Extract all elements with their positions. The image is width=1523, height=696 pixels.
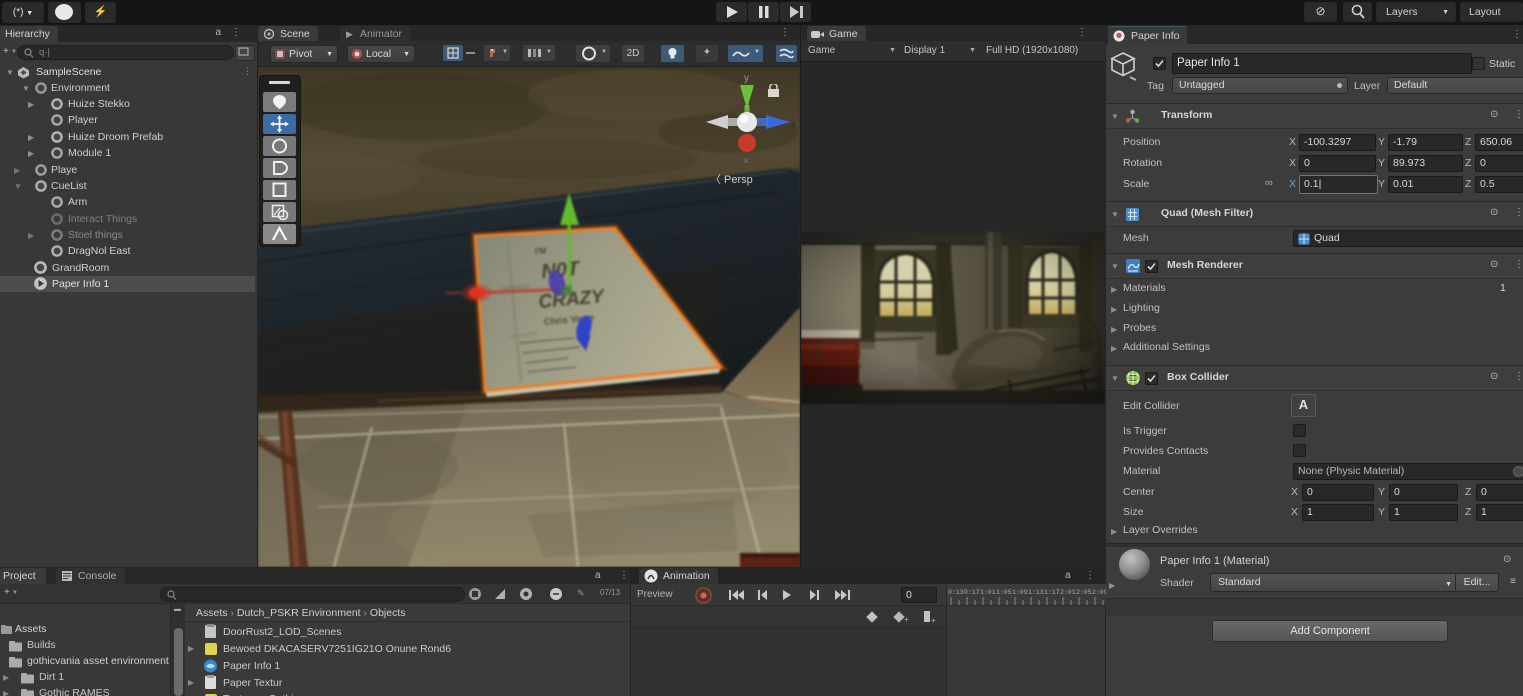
svg-text:0:17: 0:17 xyxy=(964,589,980,596)
svg-text:z: z xyxy=(791,119,796,129)
svg-text:2:09: 2:09 xyxy=(1092,589,1106,596)
svg-text:1:09: 1:09 xyxy=(1012,589,1028,596)
svg-text:x: x xyxy=(744,155,749,165)
svg-text:1:05: 1:05 xyxy=(996,589,1012,596)
svg-text:+: + xyxy=(931,616,936,625)
svg-text:0:13: 0:13 xyxy=(948,589,964,596)
svg-text:I'M: I'M xyxy=(535,245,547,256)
svg-text:1:13: 1:13 xyxy=(1028,589,1044,596)
svg-text:y: y xyxy=(744,73,749,84)
svg-text:2:01: 2:01 xyxy=(1060,589,1076,596)
svg-text:1:01: 1:01 xyxy=(980,589,996,596)
svg-text:+: + xyxy=(904,615,909,624)
svg-text:1:17: 1:17 xyxy=(1044,589,1060,596)
svg-text:2:05: 2:05 xyxy=(1076,589,1092,596)
